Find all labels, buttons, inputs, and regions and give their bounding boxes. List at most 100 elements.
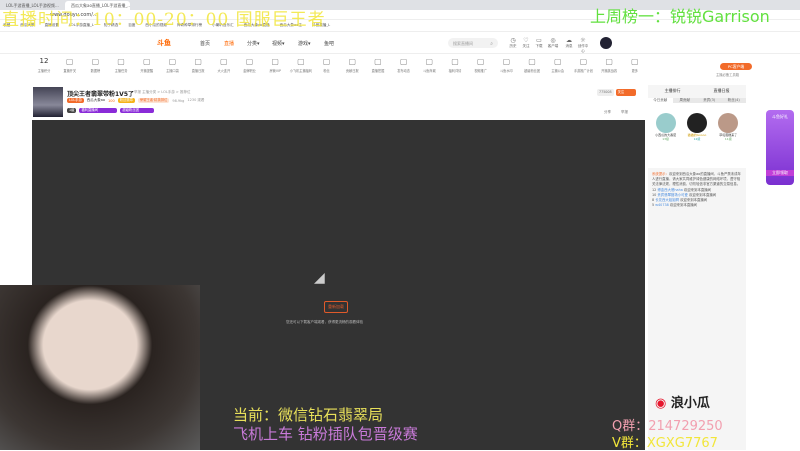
hot-value: 100 <box>108 98 115 103</box>
system-message: 系统提示：欢迎来到西瓜大象ao的直播间，斗鱼严禁未成年人进行直播，请大家共同维护… <box>652 172 741 187</box>
client-hint[interactable]: 您还可以下载客户端观看，获得更流畅的观看体验 <box>286 320 363 325</box>
tool-item[interactable]: ▢ 发布动态 <box>392 57 416 81</box>
tool-item[interactable]: ▢ 开播挑战赛 <box>597 57 621 81</box>
search-icon[interactable]: ⌕ <box>490 41 493 47</box>
tool-item[interactable]: ▢ 开播提醒 <box>135 57 159 81</box>
anchor-tools-row: 12 主播积分 ▢ 直播开关 ▢ 数据榜 ▢ 主播任务 ▢ 开播提醒 ▢ 主播口袋 ▢ 直播日报 ▢ 大火连开… <box>32 57 647 81</box>
pc-client-button[interactable]: PC客户端 <box>720 63 752 70</box>
tag-game[interactable]: LOL手游 <box>67 98 84 103</box>
chat-message: 5 w40738 欢迎来到本直播间 <box>652 203 698 208</box>
tool-item[interactable]: ▢ 主播公会 <box>546 57 570 81</box>
top-fan[interactable]: 草莓蛋糕来了 11级 <box>713 113 743 168</box>
fan-avatar <box>718 113 739 133</box>
tool-icon: ▢ <box>142 57 151 66</box>
tool-item[interactable]: ▢ 视频推广 <box>469 57 493 81</box>
right-rail: 斗鱼好礼 立即领取 <box>746 80 800 450</box>
tool-icon: ▢ <box>322 57 331 66</box>
chat-messages: 系统提示：欢迎来到西瓜大象ao的直播间，斗鱼严禁未成年人进行直播，请大家共同维护… <box>648 168 746 208</box>
tool-item[interactable]: ▢ 更多 <box>623 57 647 81</box>
search-input[interactable]: 搜索直播间 ⌕ <box>448 38 498 48</box>
room-tags: LOL手游 西瓜大象ao 100 粉丝徽章 荣耀王者·精英排位 98.9kg 1… <box>67 98 204 103</box>
anchor-level[interactable]: 12 主播积分 <box>32 57 56 81</box>
tool-item[interactable]: ▢ 斗鱼商城 <box>417 57 441 81</box>
tool-item[interactable]: ▢ 房管VIP <box>263 57 287 81</box>
tool-item[interactable]: ▢ 大火连开 <box>212 57 236 81</box>
promo-banner[interactable]: 斗鱼好礼 立即领取 <box>766 110 794 185</box>
share-button[interactable]: 分享 <box>604 110 611 115</box>
top-fan[interactable]: 小西瓜的大番茄 13级 <box>651 113 681 168</box>
tool-icon: ▢ <box>502 57 511 66</box>
tool-icon: ▢ <box>91 57 100 66</box>
pc-client-sub: 主播必备工具箱 <box>716 73 740 77</box>
tool-icon: ▢ <box>65 57 74 66</box>
tab-fans[interactable]: 粉丝(4) <box>721 98 746 103</box>
weibo-handle: ◉ 浪小瓜 <box>655 396 710 411</box>
tool-icon: ▢ <box>579 57 588 66</box>
tab-daily-report[interactable]: 直播日报 <box>714 88 730 94</box>
tool-icon: ▢ <box>297 57 305 66</box>
room-category[interactable]: 举报 主播分类 > LOL手游 > 推荐位 <box>134 90 190 95</box>
history-icon[interactable]: ◷ 历史 <box>507 37 519 49</box>
tool-item[interactable]: ▢ 粉丝 <box>315 57 339 81</box>
nav-video[interactable]: 视频▾ <box>272 40 285 47</box>
tab-anchor-rank[interactable]: 主播排行 <box>665 88 681 94</box>
top-fan[interactable]: 猫猫的Goooo 12级 <box>682 113 712 168</box>
follow-button[interactable]: 关注 <box>615 89 636 96</box>
tab-today[interactable]: 今日贡献 <box>648 98 673 103</box>
weight: 98.9kg <box>172 98 185 103</box>
nav-live[interactable]: 直播 <box>224 40 234 47</box>
anchor-name[interactable]: 西瓜大象ao <box>87 98 105 103</box>
tool-item[interactable]: ▢ 直播日报 <box>186 57 210 81</box>
welfare-badge[interactable]: 福利直播间 <box>79 108 118 113</box>
client-icon[interactable]: ◎ 客户端 <box>547 37 559 49</box>
tool-item[interactable]: ▢ 超级粉丝团 <box>520 57 544 81</box>
weibo-icon: ◉ <box>655 396 667 411</box>
fan-avatar <box>686 113 707 133</box>
nav-yuba[interactable]: 鱼吧 <box>324 40 334 47</box>
follow-area: 775008 关注 <box>597 89 636 96</box>
message-icon[interactable]: ☁ 消息 <box>563 37 575 49</box>
tool-icon: ▢ <box>271 57 279 66</box>
nav-home[interactable]: 首页 <box>200 40 210 47</box>
fans-count: 775008 <box>597 89 614 96</box>
fan-badge[interactable]: 粉丝徽章 <box>117 98 135 103</box>
wechat-group: V群：XGXG7767 <box>612 436 718 451</box>
tool-item[interactable]: ▢ 数据榜 <box>83 57 107 81</box>
tool-item[interactable]: ▢ 直播挖掘 <box>366 57 390 81</box>
tool-item[interactable]: ▢ 手游推广计划 <box>571 57 595 81</box>
viewers: 1230 观看 <box>187 98 205 102</box>
tool-icon: ▢ <box>605 57 613 66</box>
douyu-logo[interactable]: 斗鱼 <box>157 38 183 50</box>
download-icon[interactable]: ▭ 下载 <box>533 37 545 49</box>
current-game-overlay: 当前：微信钻石翡翠局 <box>233 406 384 424</box>
tool-item[interactable]: ▢ 福利详情 <box>443 57 467 81</box>
report-button[interactable]: 举报 <box>621 110 628 115</box>
tool-item[interactable]: ▢ 小飞机主播福利 <box>289 57 313 81</box>
superfan-badge[interactable]: 超级粉丝团 <box>120 108 155 113</box>
stream-hours-overlay: 直播时间：10：00-20：00 国服巨王者 <box>2 10 326 30</box>
follow-icon[interactable]: ♡ 关注 <box>520 37 532 49</box>
reload-button[interactable]: 重新加载 <box>324 301 348 313</box>
level-badge: 1级 <box>67 108 77 113</box>
tab-vip[interactable]: 贵宾(3) <box>697 98 722 103</box>
tool-icon: ▢ <box>553 57 562 66</box>
tab-week[interactable]: 周贡献 <box>672 98 697 103</box>
tool-icon: ▢ <box>631 57 639 66</box>
tool-item[interactable]: ▢ 主播口袋 <box>160 57 184 81</box>
tool-item[interactable]: ▢ 主播任务 <box>109 57 133 81</box>
creator-icon[interactable]: ☼ 创作中心 <box>577 37 589 54</box>
tool-icon: ▢ <box>117 57 125 66</box>
tool-item[interactable]: ▢ 金牌职业 <box>238 57 262 81</box>
rank-tag: 荣耀王者·精英排位 <box>137 98 170 103</box>
search-placeholder: 搜索直播间 <box>453 41 473 46</box>
tool-icon: ▢ <box>194 57 202 66</box>
tool-item[interactable]: ▢ 直播开关 <box>58 57 82 81</box>
nav-category[interactable]: 分类▾ <box>247 40 260 47</box>
room-thumbnail <box>33 87 63 117</box>
tool-icon: ▢ <box>425 57 434 66</box>
nav-games[interactable]: 游戏▾ <box>298 40 311 47</box>
tool-item[interactable]: ▢ 贡献日报 <box>340 57 364 81</box>
user-avatar[interactable] <box>600 37 612 49</box>
loading-icon: ◢ <box>314 270 325 286</box>
tool-item[interactable]: ▢ 斗鱼水印 <box>494 57 518 81</box>
